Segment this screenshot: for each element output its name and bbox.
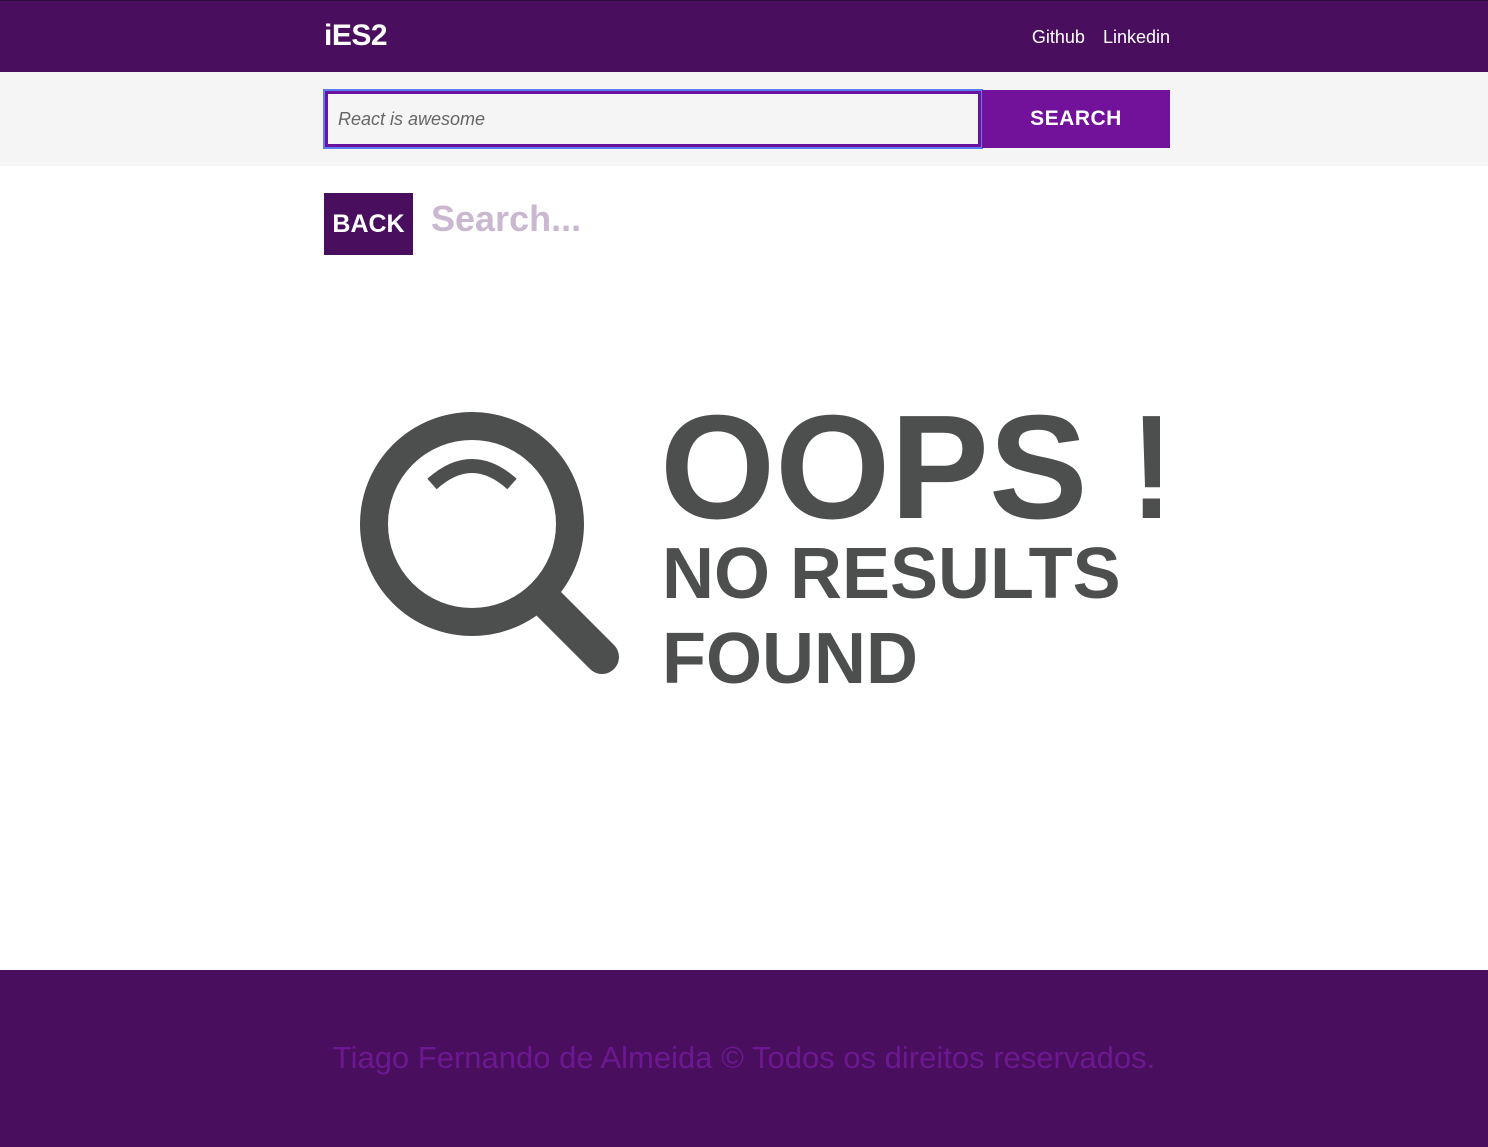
magnifier-icon [360, 412, 619, 674]
results-heading: Search... [431, 198, 582, 239]
app-logo[interactable]: iES2 [324, 19, 388, 53]
no-results-line: NO RESULTS [662, 534, 1121, 614]
top-navbar: iES2 Github Linkedin [0, 0, 1488, 72]
nav-link-linkedin[interactable]: Linkedin [1103, 27, 1170, 48]
found-line: FOUND [662, 619, 918, 699]
search-button[interactable]: SEARCH [982, 90, 1170, 148]
footer: Tiago Fernando de Almeida © Todos os dir… [0, 970, 1488, 1147]
back-button[interactable]: BACK [324, 193, 413, 255]
copyright-text: Tiago Fernando de Almeida © Todos os dir… [332, 1040, 1156, 1075]
nav-link-github[interactable]: Github [1032, 27, 1085, 48]
oops-title: OOPS ! [660, 385, 1160, 550]
search-input[interactable] [323, 89, 983, 149]
nav-links: Github Linkedin [1032, 27, 1170, 48]
no-results-illustration: OOPS ! NO RESULTS FOUND [360, 385, 1160, 699]
